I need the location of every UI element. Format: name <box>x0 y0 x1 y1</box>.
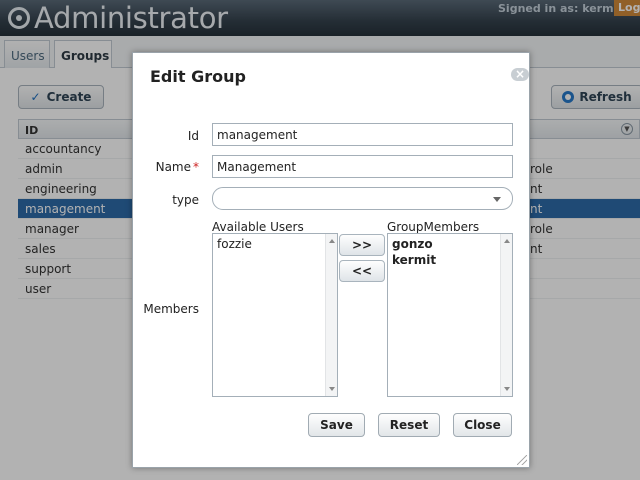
type-label: type <box>172 193 199 207</box>
group-members-list[interactable]: gonzo kermit <box>387 233 513 397</box>
arrow-up-icon[interactable] <box>329 239 335 243</box>
reset-button[interactable]: Reset <box>378 413 440 437</box>
available-users-label: Available Users <box>212 220 304 234</box>
scrollbar[interactable] <box>325 234 337 396</box>
close-button[interactable]: Close <box>453 413 512 437</box>
required-marker: * <box>193 160 199 174</box>
name-field[interactable] <box>212 155 513 178</box>
arrow-down-icon[interactable] <box>504 387 510 391</box>
id-field[interactable] <box>212 123 513 146</box>
dialog-title: Edit Group <box>150 67 246 86</box>
remove-member-button[interactable]: << <box>339 260 385 282</box>
group-members-label: GroupMembers <box>387 220 480 234</box>
list-item[interactable]: gonzo <box>392 237 433 251</box>
list-item[interactable]: kermit <box>392 253 436 267</box>
scrollbar[interactable] <box>500 234 512 396</box>
edit-group-dialog: Edit Group × Id Name* type Members Avail… <box>132 52 530 468</box>
members-label: Members <box>143 302 199 316</box>
close-icon[interactable]: × <box>511 68 529 81</box>
resize-grip-icon[interactable] <box>517 455 527 465</box>
name-label: Name * <box>156 160 199 174</box>
type-select[interactable] <box>212 187 513 210</box>
add-member-button[interactable]: >> <box>339 234 385 256</box>
arrow-up-icon[interactable] <box>504 239 510 243</box>
list-item[interactable]: fozzie <box>217 237 252 251</box>
name-label-text: Name <box>155 160 191 174</box>
available-users-list[interactable]: fozzie <box>212 233 338 397</box>
id-label: Id <box>187 129 199 143</box>
chevron-down-icon <box>493 197 501 202</box>
save-button[interactable]: Save <box>308 413 365 437</box>
arrow-down-icon[interactable] <box>329 387 335 391</box>
